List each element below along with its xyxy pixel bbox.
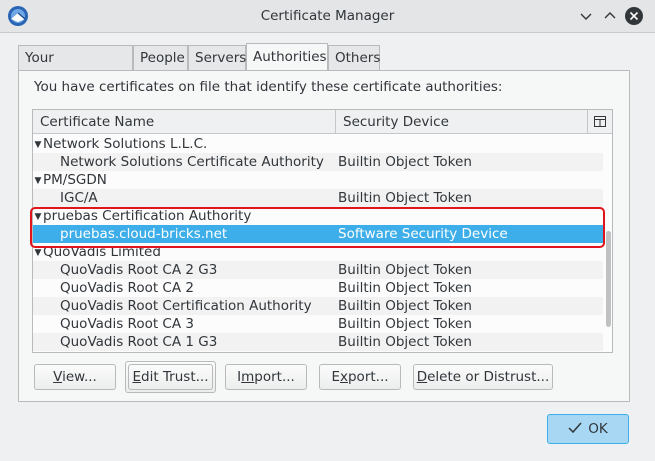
chevron-down-icon[interactable] (578, 8, 594, 24)
button-text: elete or Distrust... (427, 369, 550, 385)
tab-people[interactable]: People (133, 45, 188, 70)
ok-label: OK (588, 421, 608, 437)
security-device: Builtin Object Token (338, 316, 472, 332)
column-header-label: Security Device (343, 114, 449, 130)
tab-label: Authorities (253, 49, 327, 65)
button-mnemonic: m (241, 369, 255, 385)
certificate-name: QuoVadis Root Certification Authority (60, 298, 312, 314)
group-label: ▼ Network Solutions L.L.C. (33, 135, 208, 154)
certificate-name: Network Solutions Certificate Authority (60, 154, 324, 170)
group-name: PM/SGDN (43, 172, 107, 188)
column-header-security-device[interactable]: Security Device (336, 110, 588, 134)
tree-group-row[interactable]: ▼ PM/SGDN (33, 171, 603, 189)
table-row[interactable]: QuoVadis Root CA 1 G3 Builtin Object Toke… (33, 333, 603, 351)
tree-group-row[interactable]: ▼ Network Solutions L.L.C. (33, 135, 603, 153)
tab-label: Others (335, 50, 381, 66)
edit-trust-button[interactable]: Edit Trust... (128, 364, 213, 390)
group-label: ▼ PM/SGDN (33, 171, 107, 190)
tab-others[interactable]: Others (328, 45, 380, 70)
button-mnemonic: V (53, 369, 63, 385)
button-mnemonic: x (339, 369, 348, 385)
certificate-name: QuoVadis Root CA 2 (60, 280, 194, 296)
title-bar: Certificate Manager (0, 0, 655, 33)
table-row[interactable]: QuoVadis Root Certification Authority Bui… (33, 297, 603, 315)
button-mnemonic: D (416, 369, 428, 385)
vertical-scrollbar[interactable] (604, 134, 612, 352)
certificate-name: QuoVadis Root CA 1 G3 (60, 334, 218, 350)
chevron-up-icon[interactable] (602, 8, 618, 24)
certificate-name: QuoVadis Root CA 2 G3 (60, 262, 218, 278)
security-device: Builtin Object Token (338, 280, 472, 296)
export-button[interactable]: Export... (319, 364, 401, 390)
button-text: port... (347, 369, 389, 385)
security-device: Builtin Object Token (338, 298, 472, 314)
highlight-box-selected-certificate (30, 207, 605, 248)
expand-triangle-icon[interactable]: ▼ (33, 136, 43, 154)
certificate-name: IGC/A (60, 190, 98, 206)
close-icon[interactable] (624, 6, 644, 26)
table-row[interactable]: Network Solutions Certificate Authority B… (33, 153, 603, 171)
column-picker-button[interactable] (588, 110, 612, 134)
expand-triangle-icon[interactable]: ▼ (33, 172, 43, 190)
group-name: Network Solutions L.L.C. (43, 136, 208, 152)
table-row[interactable]: QuoVadis Root CA 2 Builtin Object Token (33, 279, 603, 297)
tab-your-certificates[interactable]: Your Certificates (18, 45, 133, 90)
tab-servers[interactable]: Servers (188, 45, 246, 70)
column-picker-icon (594, 116, 606, 127)
scrollbar-thumb[interactable] (606, 231, 611, 327)
tab-label: People (140, 50, 185, 66)
button-text: dit Trust... (141, 369, 209, 385)
table-row[interactable]: QuoVadis Root CA 3 Builtin Object Token (33, 315, 603, 333)
security-device: Builtin Object Token (338, 190, 472, 206)
security-device: Builtin Object Token (338, 154, 472, 170)
button-text: E (331, 369, 340, 385)
tab-authorities[interactable]: Authorities (246, 43, 328, 71)
checkmark-icon (568, 422, 582, 434)
column-header-label: Certificate Name (40, 114, 155, 130)
security-device: Builtin Object Token (338, 262, 472, 278)
table-row[interactable]: IGC/A Builtin Object Token (33, 189, 603, 207)
intro-text: You have certificates on file that ident… (34, 79, 503, 95)
table-row[interactable]: QuoVadis Root CA 2 G3 Builtin Object Toke… (33, 261, 603, 279)
window-title: Certificate Manager (260, 8, 395, 24)
button-text: iew... (62, 369, 97, 385)
button-text: port... (254, 369, 295, 385)
certificate-name: QuoVadis Root CA 3 (60, 316, 194, 332)
button-mnemonic: E (132, 369, 142, 385)
column-header-certificate-name[interactable]: Certificate Name (33, 110, 336, 134)
ok-button[interactable]: OK (547, 414, 629, 444)
import-button[interactable]: Import... (225, 364, 307, 390)
delete-or-distrust-button[interactable]: Delete or Distrust... (413, 364, 553, 390)
security-device: Builtin Object Token (338, 334, 472, 350)
view-button[interactable]: View... (34, 364, 116, 390)
tab-label: Servers (195, 50, 247, 66)
